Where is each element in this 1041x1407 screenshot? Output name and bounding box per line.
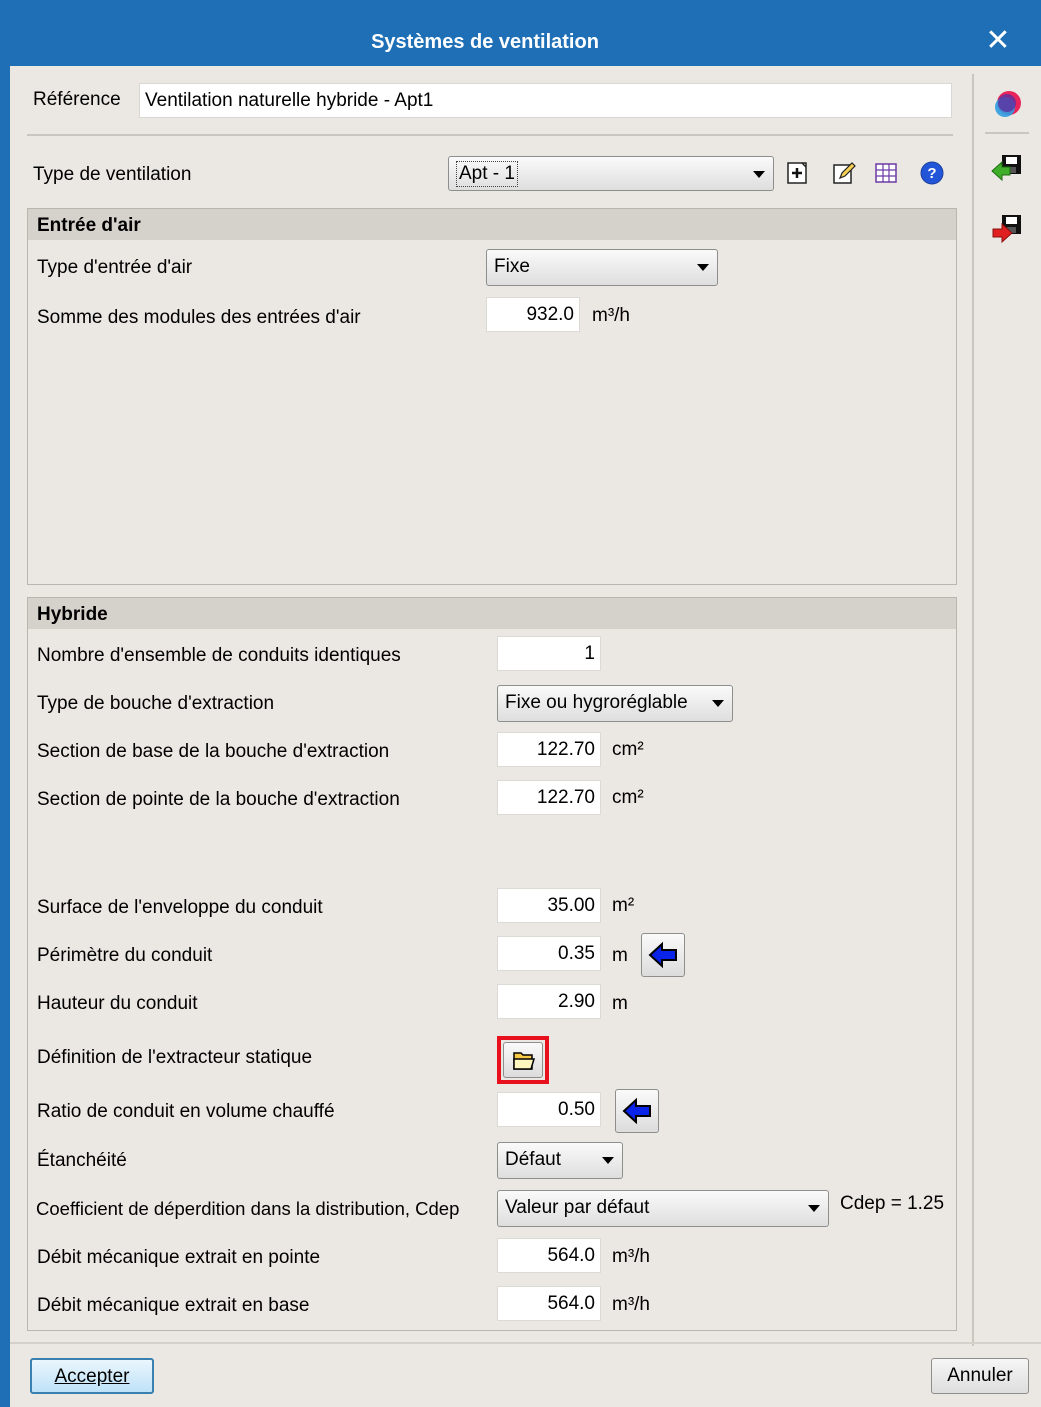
- ratio-calc-button[interactable]: [615, 1089, 659, 1133]
- section-base-unit: cm²: [612, 739, 644, 760]
- etancheite-label: Étanchéité: [37, 1150, 127, 1171]
- cdep-label: Coefficient de déperdition dans la distr…: [36, 1198, 460, 1219]
- table-icon[interactable]: [874, 161, 898, 185]
- debit-pointe-unit: m³/h: [612, 1246, 650, 1267]
- perimetre-calc-button[interactable]: [641, 933, 685, 977]
- accept-button[interactable]: Accepter: [30, 1358, 154, 1394]
- extracteur-label: Définition de l'extracteur statique: [37, 1047, 313, 1068]
- footer-separator: [10, 1342, 1041, 1344]
- debit-base-label: Débit mécanique extrait en base: [37, 1295, 310, 1316]
- hybrid-title: Hybride: [28, 598, 956, 629]
- svg-text:?: ?: [927, 165, 936, 182]
- extracteur-highlight: [497, 1036, 549, 1084]
- air-inlet-type-label: Type d'entrée d'air: [37, 257, 193, 278]
- nb-conduits-input[interactable]: 1: [497, 636, 601, 671]
- ventilation-type-value: Apt - 1: [456, 161, 518, 187]
- air-inlet-sum-input[interactable]: 932.0: [486, 297, 580, 332]
- nb-conduits-label: Nombre d'ensemble de conduits identiques: [37, 645, 401, 666]
- air-inlet-title: Entrée d'air: [28, 209, 956, 240]
- surface-unit: m²: [612, 895, 635, 916]
- chevron-down-icon: [697, 264, 709, 271]
- export-icon[interactable]: [990, 212, 1024, 246]
- accept-label: Accepter: [54, 1366, 130, 1387]
- section-pointe-input[interactable]: 122.70: [497, 780, 601, 815]
- hauteur-unit: m: [612, 993, 628, 1014]
- color-palette-icon[interactable]: [990, 86, 1024, 120]
- divider: [27, 134, 953, 136]
- type-bouche-select[interactable]: Fixe ou hygroréglable: [497, 685, 733, 722]
- chevron-down-icon: [602, 1157, 614, 1164]
- reference-label: Référence: [33, 89, 121, 110]
- surface-label: Surface de l'enveloppe du conduit: [37, 897, 323, 918]
- type-bouche-value: Fixe ou hygroréglable: [505, 692, 688, 713]
- reference-input[interactable]: Ventilation naturelle hybride - Apt1: [139, 83, 952, 118]
- air-inlet-type-value: Fixe: [494, 256, 530, 277]
- folder-open-icon: [513, 1052, 536, 1070]
- chevron-down-icon: [712, 700, 724, 707]
- arrow-left-icon: [648, 941, 677, 969]
- title-bar: Systèmes de ventilation ✕: [0, 0, 1041, 76]
- side-separator: [972, 74, 974, 1346]
- close-button[interactable]: ✕: [983, 24, 1013, 58]
- arrow-left-icon: [622, 1097, 651, 1125]
- dialog-client: Référence Ventilation naturelle hybride …: [10, 66, 1041, 1407]
- cdep-value: Valeur par défaut: [505, 1197, 650, 1218]
- side-divider: [985, 132, 1029, 134]
- edit-icon[interactable]: [832, 161, 856, 185]
- perimetre-unit: m: [612, 945, 628, 966]
- type-bouche-label: Type de bouche d'extraction: [37, 693, 275, 714]
- chevron-down-icon: [753, 171, 765, 178]
- debit-pointe-input[interactable]: 564.0: [497, 1238, 601, 1273]
- ratio-label: Ratio de conduit en volume chauffé: [37, 1101, 335, 1122]
- import-icon[interactable]: [990, 152, 1024, 186]
- add-icon[interactable]: [786, 161, 810, 185]
- extracteur-button[interactable]: [503, 1042, 543, 1078]
- air-inlet-sum-label: Somme des modules des entrées d'air: [37, 307, 361, 328]
- debit-base-input[interactable]: 564.0: [497, 1286, 601, 1321]
- section-base-input[interactable]: 122.70: [497, 732, 601, 767]
- ratio-input[interactable]: 0.50: [497, 1092, 601, 1127]
- perimetre-label: Périmètre du conduit: [37, 945, 213, 966]
- ventilation-type-select[interactable]: Apt - 1: [448, 156, 774, 191]
- chevron-down-icon: [808, 1205, 820, 1212]
- etancheite-select[interactable]: Défaut: [497, 1142, 623, 1179]
- air-inlet-type-select[interactable]: Fixe: [486, 249, 718, 286]
- section-pointe-label: Section de pointe de la bouche d'extract…: [37, 789, 400, 810]
- ventilation-type-label: Type de ventilation: [33, 164, 192, 185]
- air-inlet-sum-unit: m³/h: [592, 305, 630, 326]
- perimetre-input[interactable]: 0.35: [497, 936, 601, 971]
- cdep-note: Cdep = 1.25: [840, 1193, 945, 1214]
- surface-input[interactable]: 35.00: [497, 888, 601, 923]
- etancheite-value: Défaut: [505, 1149, 561, 1170]
- debit-pointe-label: Débit mécanique extrait en pointe: [37, 1247, 321, 1268]
- cdep-select[interactable]: Valeur par défaut: [497, 1190, 829, 1227]
- help-icon[interactable]: ?: [920, 161, 944, 185]
- hauteur-input[interactable]: 2.90: [497, 984, 601, 1019]
- section-base-label: Section de base de la bouche d'extractio…: [37, 741, 390, 762]
- debit-base-unit: m³/h: [612, 1294, 650, 1315]
- hauteur-label: Hauteur du conduit: [37, 993, 198, 1014]
- section-pointe-unit: cm²: [612, 787, 644, 808]
- cancel-button[interactable]: Annuler: [931, 1358, 1029, 1394]
